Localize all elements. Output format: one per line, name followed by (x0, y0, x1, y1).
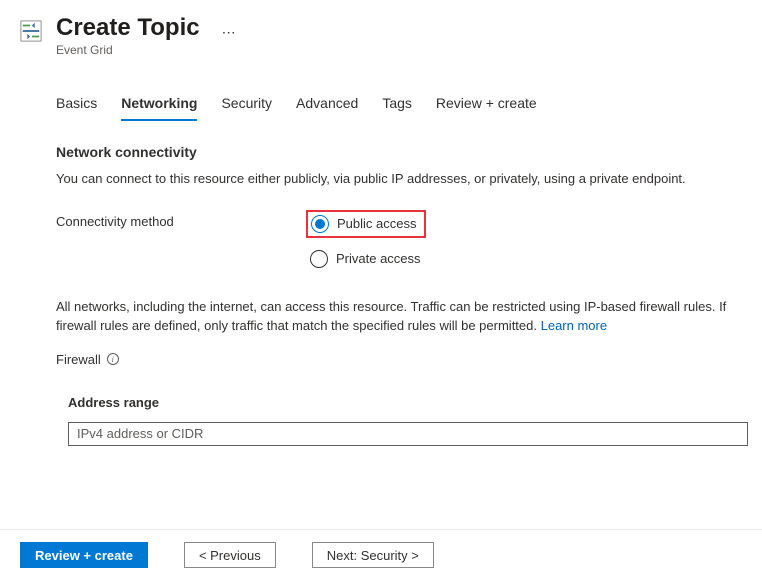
event-grid-icon (20, 20, 42, 42)
info-icon[interactable]: i (107, 353, 119, 365)
connectivity-method-row: Connectivity method Public access Privat… (56, 210, 742, 270)
connectivity-method-label: Connectivity method (56, 210, 306, 229)
tab-networking[interactable]: Networking (121, 93, 197, 121)
page-title: Create Topic (56, 14, 200, 43)
radio-private-access-label: Private access (336, 251, 421, 266)
address-range-input[interactable] (68, 422, 748, 446)
tabs-bar: Basics Networking Security Advanced Tags… (56, 93, 742, 122)
radio-public-access-label: Public access (337, 216, 416, 231)
tab-tags[interactable]: Tags (382, 93, 412, 121)
tab-security[interactable]: Security (221, 93, 272, 121)
tab-basics[interactable]: Basics (56, 93, 97, 121)
tab-review-create[interactable]: Review + create (436, 93, 537, 121)
firewall-heading: Firewall i (56, 352, 742, 367)
review-create-button[interactable]: Review + create (20, 542, 148, 568)
wizard-footer: Review + create < Previous Next: Securit… (0, 529, 762, 580)
page-header: Create Topic Event Grid ⋯ (0, 0, 762, 57)
radio-private-access[interactable]: Private access (306, 248, 426, 270)
next-button[interactable]: Next: Security > (312, 542, 434, 568)
radio-public-access[interactable]: Public access (306, 210, 426, 238)
tab-advanced[interactable]: Advanced (296, 93, 358, 121)
connectivity-method-radiogroup: Public access Private access (306, 210, 426, 270)
more-actions-icon[interactable]: ⋯ (222, 24, 237, 41)
firewall-heading-text: Firewall (56, 352, 101, 367)
radio-icon (311, 215, 329, 233)
network-connectivity-desc: You can connect to this resource either … (56, 170, 742, 188)
radio-icon (310, 250, 328, 268)
learn-more-link[interactable]: Learn more (541, 318, 607, 333)
access-info-body: All networks, including the internet, ca… (56, 299, 726, 333)
page-subtitle: Event Grid (56, 43, 200, 57)
access-info-text: All networks, including the internet, ca… (56, 298, 742, 336)
network-connectivity-heading: Network connectivity (56, 144, 742, 160)
previous-button[interactable]: < Previous (184, 542, 276, 568)
address-range-label: Address range (68, 395, 742, 410)
